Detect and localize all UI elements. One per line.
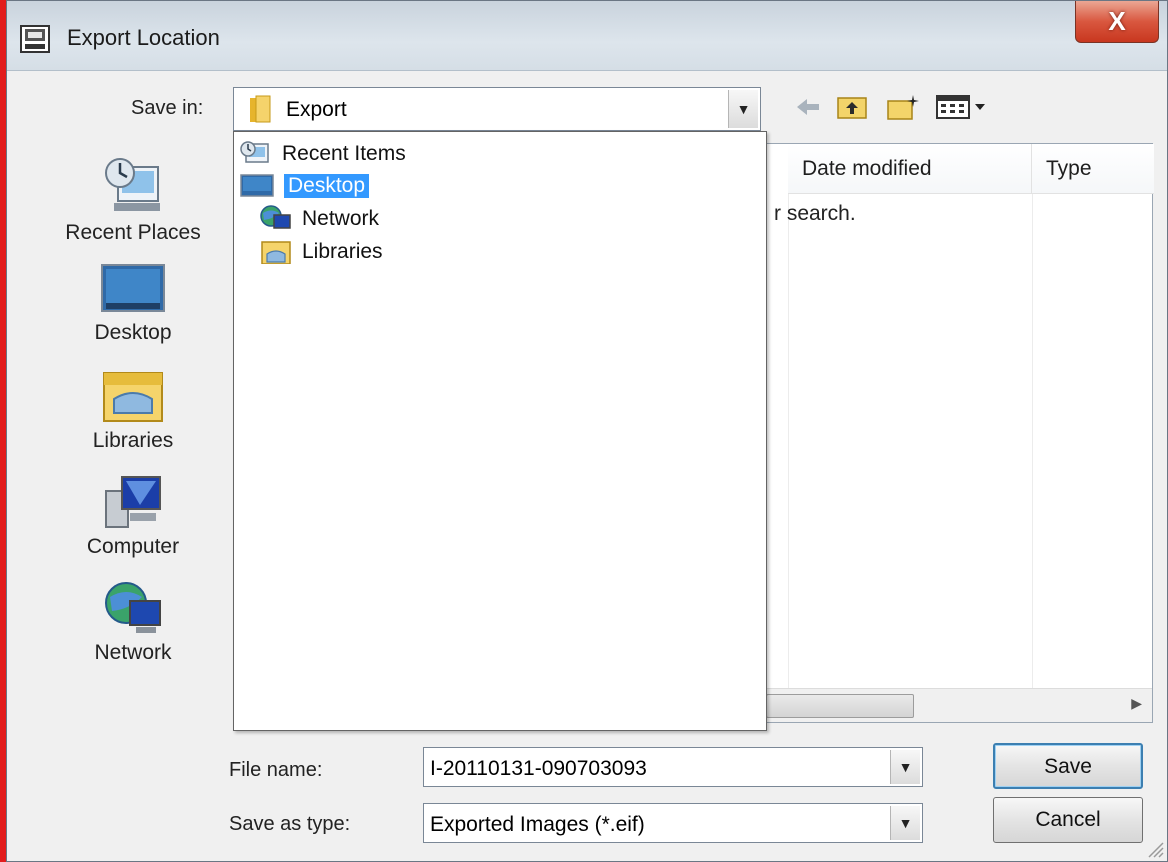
dropdown-item-label: Network xyxy=(302,207,380,230)
column-divider xyxy=(1032,194,1033,688)
folder-icon xyxy=(250,95,271,123)
file-name-input[interactable]: I-20110131-090703093 ▼ xyxy=(423,747,923,787)
column-header-date-modified[interactable]: Date modified xyxy=(788,144,1032,194)
save-in-combo[interactable]: Export ▼ xyxy=(233,87,761,131)
place-computer[interactable]: Computer xyxy=(45,473,221,573)
dropdown-item-desktop[interactable]: Desktop xyxy=(240,170,540,202)
place-label: Network xyxy=(94,641,172,664)
place-label: Libraries xyxy=(92,429,174,452)
scrollbar-thumb[interactable] xyxy=(766,694,914,718)
close-button[interactable]: X xyxy=(1075,1,1159,43)
libraries-icon xyxy=(103,372,163,422)
save-as-type-value: Exported Images (*.eif) xyxy=(430,813,645,836)
dropdown-item-label: Desktop xyxy=(284,174,370,198)
column-header-type[interactable]: Type xyxy=(1032,144,1154,194)
dropdown-item-network[interactable]: Network xyxy=(260,203,560,235)
save-in-dropdown-list[interactable]: Recent Items Desktop Network Libraries xyxy=(233,131,767,731)
file-name-value: I-20110131-090703093 xyxy=(430,757,647,780)
place-label: Computer xyxy=(86,535,180,558)
export-location-dialog: Export Location X Save in: Export ▼ Rece… xyxy=(6,0,1168,862)
desktop-icon xyxy=(240,174,274,197)
resize-grip-icon[interactable] xyxy=(1145,839,1165,859)
place-network[interactable]: Network xyxy=(45,579,221,679)
recent-places-icon xyxy=(105,158,160,211)
recent-items-icon xyxy=(240,141,269,163)
place-desktop[interactable]: Desktop xyxy=(45,261,221,361)
scroll-right-icon[interactable]: ▶ xyxy=(1131,695,1142,712)
libraries-icon xyxy=(261,241,291,264)
save-as-type-dropdown-button[interactable]: ▼ xyxy=(890,806,920,840)
place-recent-places[interactable]: Recent Places xyxy=(45,151,221,251)
dropdown-item-libraries[interactable]: Libraries xyxy=(260,236,560,268)
place-label: Recent Places xyxy=(65,221,201,244)
dropdown-item-recent-items[interactable]: Recent Items xyxy=(240,138,540,170)
window-title: Export Location xyxy=(67,25,220,50)
file-name-dropdown-button[interactable]: ▼ xyxy=(890,750,920,784)
title-bar[interactable]: Export Location X xyxy=(7,1,1167,71)
dropdown-item-label: Libraries xyxy=(302,240,383,263)
save-in-value: Export xyxy=(286,98,347,121)
app-icon xyxy=(20,25,50,53)
desktop-icon xyxy=(101,264,165,312)
computer-icon xyxy=(105,476,161,528)
save-as-type-label: Save as type: xyxy=(229,813,351,835)
save-in-label: Save in: xyxy=(131,97,204,119)
back-arrow-icon[interactable] xyxy=(793,93,823,121)
empty-folder-message: r search. xyxy=(774,202,856,225)
network-icon xyxy=(105,582,161,633)
up-folder-icon[interactable] xyxy=(835,93,869,121)
network-icon xyxy=(260,205,291,229)
cancel-button[interactable]: Cancel xyxy=(993,797,1143,843)
new-folder-icon[interactable] xyxy=(885,93,921,121)
column-divider xyxy=(788,194,789,688)
dropdown-item-label: Recent Items xyxy=(282,142,406,165)
save-button[interactable]: Save xyxy=(993,743,1143,789)
file-name-label: File name: xyxy=(229,759,323,781)
view-menu-icon[interactable] xyxy=(935,93,991,121)
places-bar: Recent Places Desktop Libraries Computer… xyxy=(45,141,221,701)
place-libraries[interactable]: Libraries xyxy=(45,367,221,467)
place-label: Desktop xyxy=(94,321,172,344)
save-as-type-select[interactable]: Exported Images (*.eif) ▼ xyxy=(423,803,923,843)
save-in-dropdown-button[interactable]: ▼ xyxy=(728,90,758,128)
